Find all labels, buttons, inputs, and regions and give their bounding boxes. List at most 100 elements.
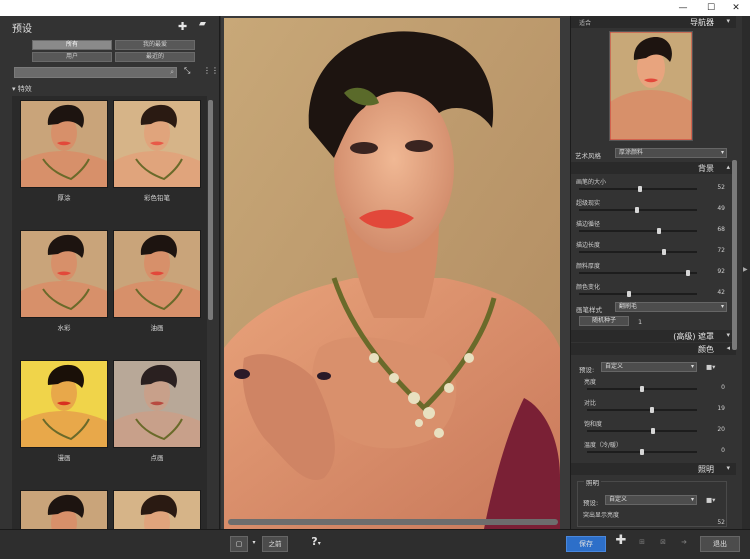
art-style-dropdown[interactable]: 厚涂颜料 ▾ [615, 148, 727, 158]
slider-knob[interactable] [686, 270, 690, 276]
chevron-down-icon[interactable]: ▾ [726, 464, 730, 472]
help-icon[interactable]: ?▾ [305, 535, 327, 551]
slider-row[interactable]: 颜料厚度 92 [571, 261, 731, 281]
preset-thumbnail[interactable] [113, 100, 201, 188]
collapse-all-icon[interactable]: ⤡ [184, 66, 190, 76]
filter-recent[interactable]: 最近的 [115, 52, 195, 62]
preset-thumbnail[interactable] [113, 490, 201, 529]
slider-row[interactable]: 描边长度 72 [571, 240, 731, 260]
preset-thumbnail[interactable] [113, 360, 201, 448]
slider-row[interactable]: 颜色变化 42 [571, 282, 731, 302]
bottom-toolbar: ▢ ▾ 之前 ?▾ 保存 ✚ ⊞ ⊠ ➜ 退出 [0, 529, 750, 559]
slider-label: 温度（冷/暖） [584, 442, 623, 449]
before-button[interactable]: 之前 [262, 536, 288, 552]
lighting-preset-value: 自定义 [609, 496, 628, 503]
color-preset-dropdown[interactable]: 自定义 ▾ [601, 362, 697, 372]
background-header[interactable]: 背景 ▴ [571, 162, 736, 174]
slider-knob[interactable] [657, 228, 661, 234]
preset-label: 漫画 [57, 454, 71, 462]
slider-knob[interactable] [635, 207, 639, 213]
preset-label: 彩色铅笔 [144, 194, 170, 202]
section-effects[interactable]: ▾ 特效 [12, 84, 32, 94]
preset-thumbnail[interactable] [20, 100, 108, 188]
lighting-preset-menu-icon[interactable]: ■▾ [706, 496, 715, 504]
add-preset-icon[interactable]: ✚ [178, 20, 187, 33]
canvas-horizontal-scrollbar[interactable] [228, 519, 558, 525]
section-effects-label: 特效 [17, 85, 32, 93]
chevron-down-icon[interactable]: ▾ [726, 17, 730, 25]
mask-header[interactable]: (高级) 遮罩 ▾ [571, 330, 736, 342]
slider-track[interactable] [587, 409, 697, 411]
slider-knob[interactable] [627, 291, 631, 297]
preset-thumbnail[interactable] [113, 230, 201, 318]
brush-style-dropdown[interactable]: 翻刷毛 ▾ [615, 302, 727, 312]
preset-thumbnail[interactable] [20, 230, 108, 318]
slider-knob[interactable] [640, 449, 644, 455]
preset-label: 油画 [150, 324, 164, 332]
maximize-icon[interactable]: ☐ [697, 0, 725, 16]
presets-scrollbar[interactable] [208, 100, 213, 320]
minimize-icon[interactable]: — [669, 0, 697, 16]
slider-row[interactable]: 对比 19 [571, 398, 731, 418]
nav-icon-1[interactable]: ⊞ [634, 535, 650, 551]
collapse-right-icon[interactable]: ▶ [743, 266, 748, 273]
preset-thumbnail[interactable] [20, 490, 108, 529]
compare-view-button[interactable]: ▢ [230, 536, 248, 552]
color-preset-menu-icon[interactable]: ■▾ [706, 363, 715, 371]
chevron-down-icon[interactable]: ▾ [249, 536, 259, 552]
preview-image[interactable] [224, 18, 560, 529]
save-button[interactable]: 保存 [566, 536, 606, 552]
slider-row[interactable]: 画笔的大小 52 [571, 177, 731, 197]
slider-knob[interactable] [640, 386, 644, 392]
nav-icon-2[interactable]: ⊠ [655, 535, 671, 551]
random-seed-button[interactable]: 随机种子 [579, 316, 629, 326]
grid-view-icon[interactable]: ⋮⋮ [203, 66, 219, 75]
right-collapse-strip[interactable]: ▶ [742, 16, 750, 529]
slider-track[interactable] [579, 251, 697, 253]
slider-value: 92 [717, 268, 725, 275]
preset-search-input[interactable]: ⌕ [14, 67, 177, 78]
slider-knob[interactable] [650, 407, 654, 413]
slider-row[interactable]: 亮度 0 [571, 377, 731, 397]
color-header[interactable]: 颜色 ◂ [571, 343, 736, 355]
slider-row[interactable]: 超级现实 49 [571, 198, 731, 218]
presets-menu-icon[interactable]: ▰ [199, 19, 206, 29]
chevron-up-icon[interactable]: ▴ [726, 163, 730, 171]
art-style-value: 厚涂颜料 [619, 149, 644, 156]
slider-value: 49 [717, 205, 725, 212]
slider-knob[interactable] [638, 186, 642, 192]
slider-row[interactable]: 饱和度 20 [571, 419, 731, 439]
navigator-header[interactable]: 适合 导航器 ▾ [571, 16, 736, 28]
slider-track[interactable] [587, 430, 697, 432]
slider-track[interactable] [579, 272, 697, 274]
filter-favorites[interactable]: 我的最爱 [115, 40, 195, 50]
settings-scrollbar[interactable] [732, 160, 737, 350]
filter-all[interactable]: 所有 [32, 40, 112, 50]
navigator-preview [609, 31, 693, 141]
arrow-right-icon[interactable]: ➜ [676, 535, 692, 551]
chevron-up-icon[interactable]: ◂ [726, 344, 730, 352]
color-preset-label: 预设: [579, 366, 595, 374]
preset-thumbnail[interactable] [20, 360, 108, 448]
slider-knob[interactable] [662, 249, 666, 255]
exit-button[interactable]: 退出 [700, 536, 740, 552]
slider-label: 颜色变化 [576, 284, 601, 291]
slider-highlight-brightness[interactable]: 突出显示亮度 52 [571, 510, 731, 530]
image-canvas-area [221, 16, 570, 529]
chevron-down-icon[interactable]: ▾ [726, 331, 730, 339]
navigator-thumbnail[interactable] [609, 31, 693, 141]
close-icon[interactable]: ✕ [722, 0, 750, 16]
lighting-header[interactable]: 照明 ▾ [571, 463, 736, 475]
zoom-fit-label[interactable]: 适合 [579, 18, 591, 27]
search-icon: ⌕ [170, 68, 174, 76]
slider-row[interactable]: 温度（冷/暖） 0 [571, 440, 731, 460]
brush-style-value: 翻刷毛 [619, 303, 638, 310]
lighting-preset-dropdown[interactable]: 自定义 ▾ [605, 495, 697, 505]
add-icon[interactable]: ✚ [613, 534, 629, 550]
slider-row[interactable]: 描边循径 68 [571, 219, 731, 239]
slider-track[interactable] [579, 293, 697, 295]
slider-knob[interactable] [651, 428, 655, 434]
slider-track[interactable] [579, 230, 697, 232]
filter-user[interactable]: 用户 [32, 52, 112, 62]
chevron-down-icon: ▾ [317, 540, 321, 547]
